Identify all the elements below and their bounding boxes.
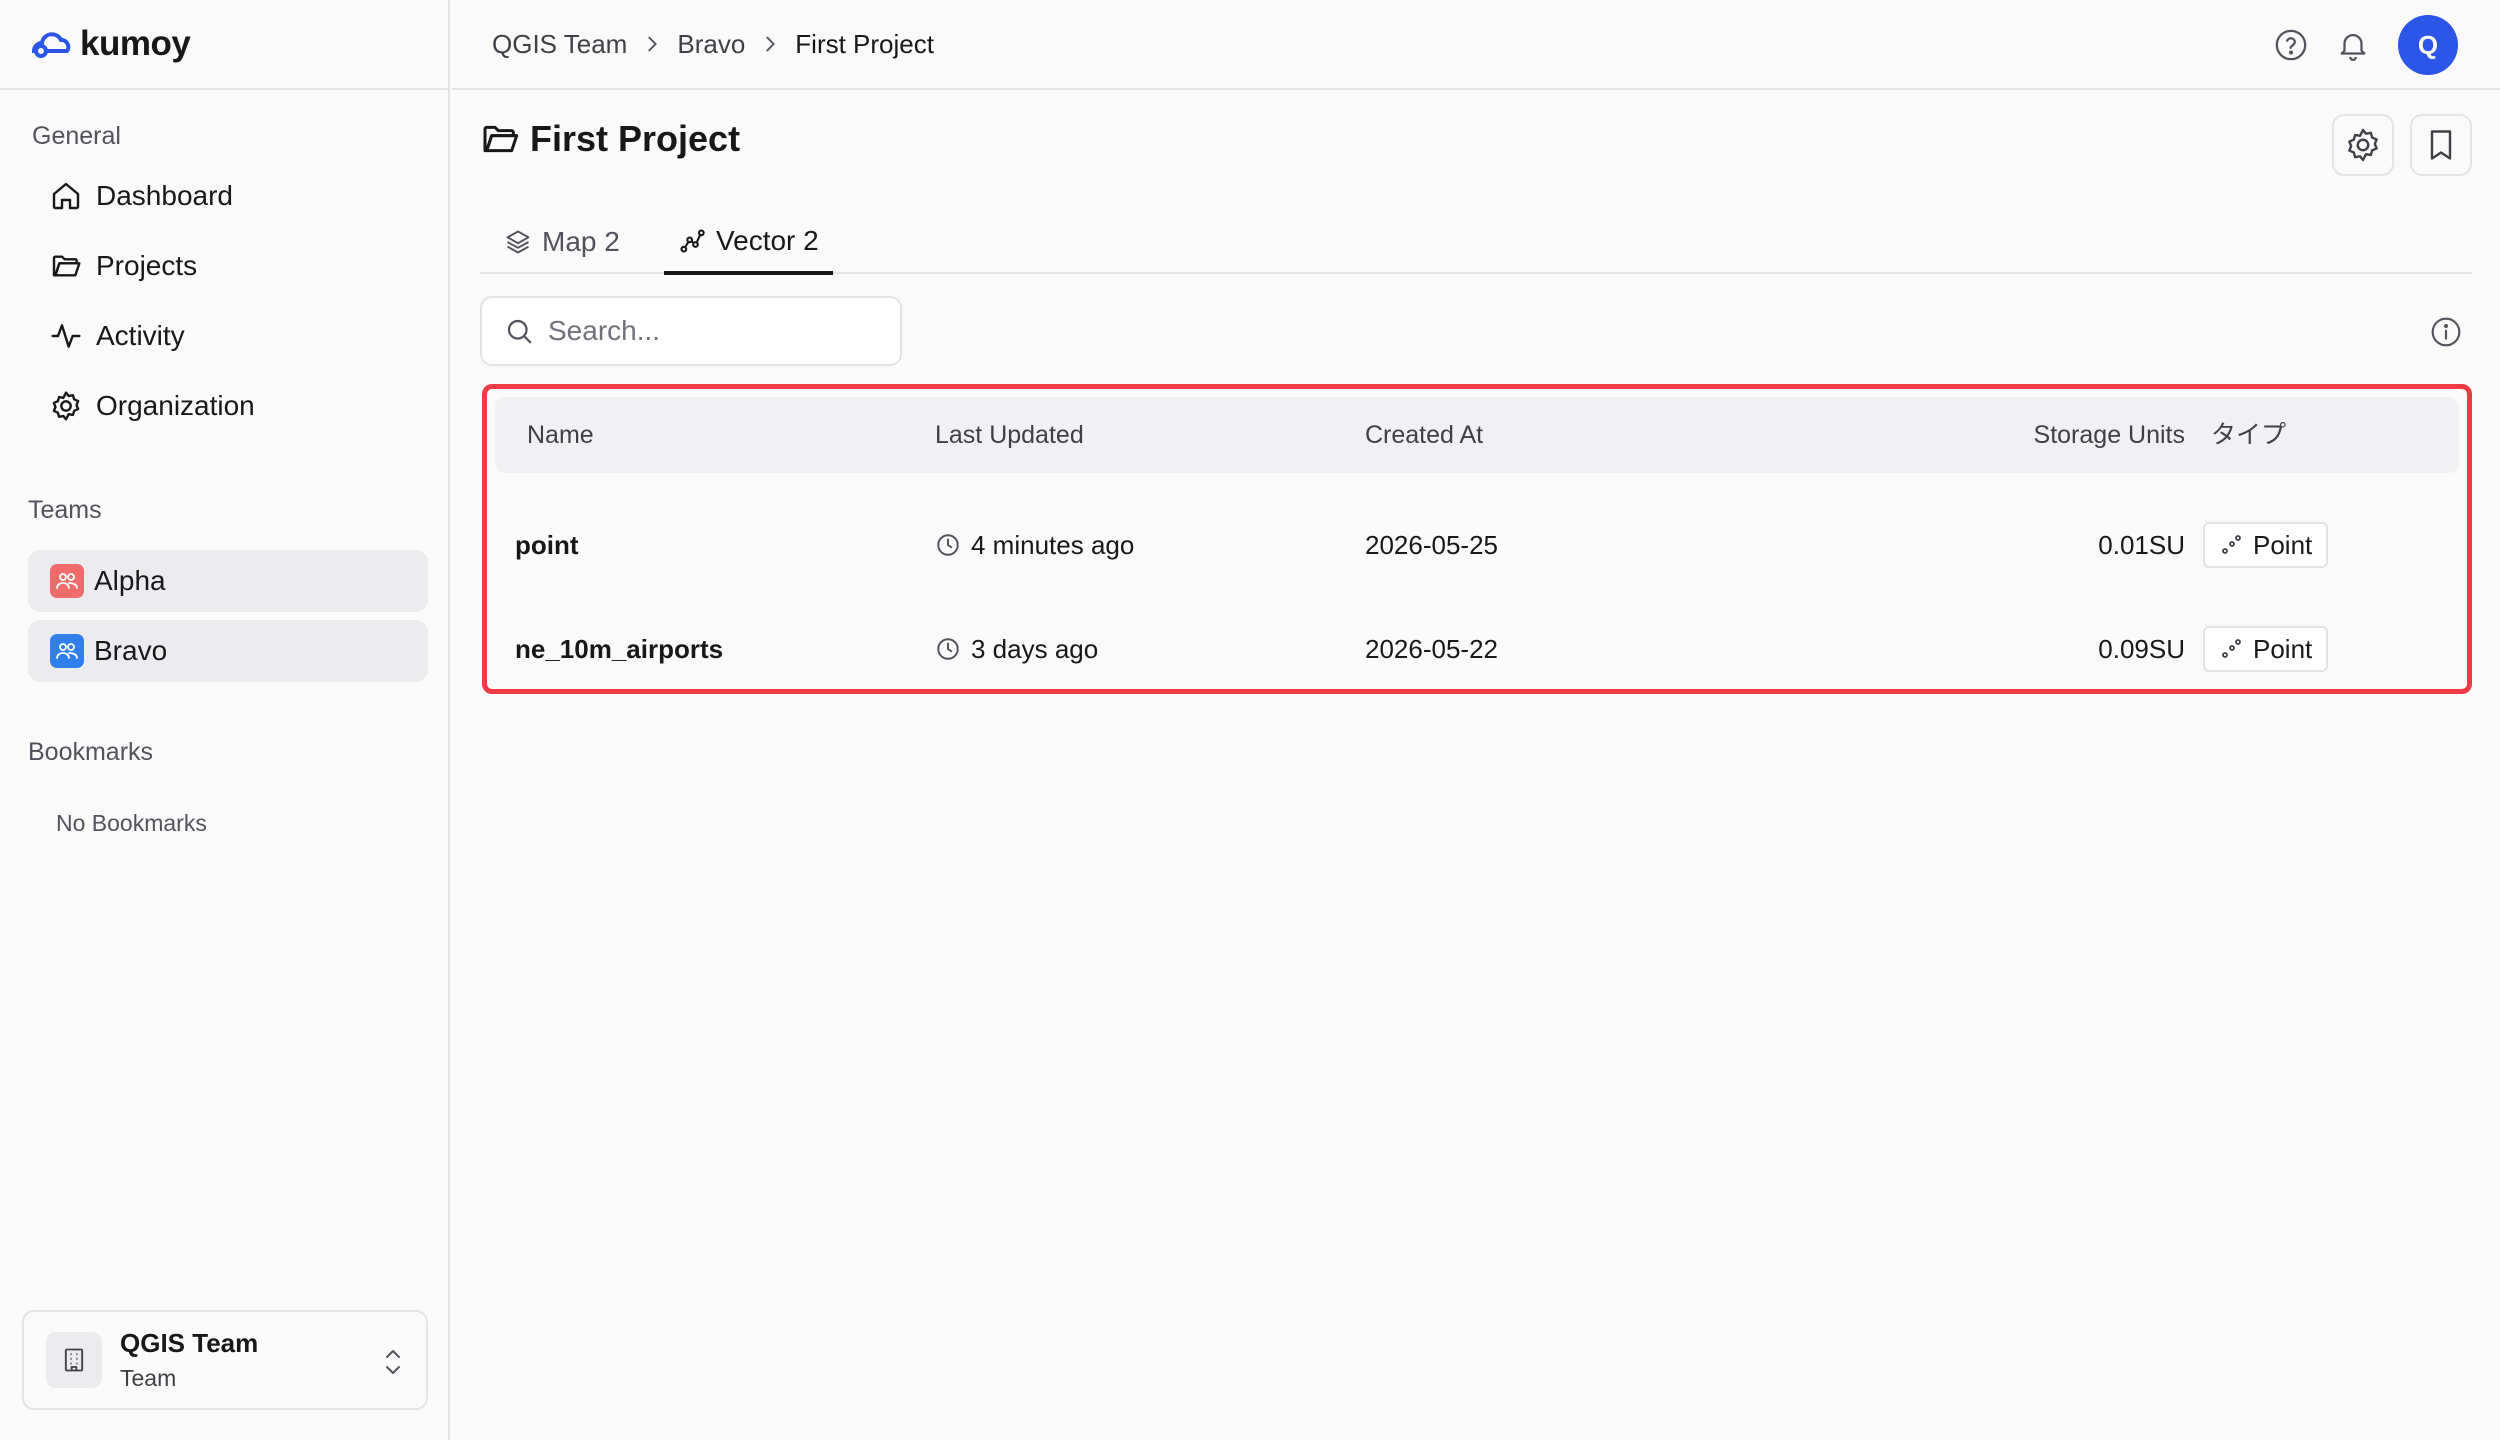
logo[interactable]: kumoy	[0, 0, 448, 90]
cell-type: Point	[2203, 597, 2329, 701]
vector-table: Name Last Updated Created At Storage Uni…	[482, 384, 2472, 694]
sidebar-item-activity[interactable]: Activity	[36, 306, 426, 366]
cell-storage-units: 0.01SU	[2098, 529, 2185, 560]
page-title: First Project	[480, 118, 740, 160]
sidebar-item-label: Dashboard	[96, 180, 233, 211]
sidebar-item-label: Organization	[96, 390, 255, 421]
cell-text: 4 minutes ago	[971, 529, 1135, 560]
top-bar: QGIS Team Bravo First Project Q	[452, 0, 2500, 90]
table-header: Name Last Updated Created At Storage Uni…	[495, 397, 2459, 473]
cell-storage-units: 0.09SU	[2098, 633, 2185, 664]
folder-open-icon	[480, 119, 520, 159]
tab-label: Vector 2	[716, 224, 819, 256]
sidebar-item-label: Projects	[96, 250, 198, 281]
sidebar-item-label: Activity	[96, 320, 185, 351]
column-header-name[interactable]: Name	[527, 397, 594, 473]
bell-icon[interactable]	[2336, 28, 2370, 62]
top-bar-actions: Q	[2274, 0, 2500, 90]
tab-map[interactable]: Map 2	[490, 210, 634, 274]
gear-icon	[50, 390, 82, 422]
team-label: Bravo	[94, 635, 168, 666]
tab-label: Map 2	[542, 226, 620, 257]
folder-icon	[50, 250, 82, 282]
info-icon[interactable]	[2430, 316, 2462, 348]
point-icon	[2222, 535, 2241, 554]
cell-type: Point	[2203, 493, 2329, 597]
type-badge: Point	[2203, 626, 2329, 672]
logo-text: kumoy	[80, 24, 191, 63]
clock-icon	[937, 638, 959, 660]
chevron-right-icon	[648, 36, 658, 52]
cell-last-updated: 4 minutes ago	[935, 493, 1134, 597]
sidebar-item-bravo[interactable]: Bravo	[28, 620, 428, 682]
cell-name[interactable]: point	[515, 493, 579, 597]
type-label: Point	[2253, 633, 2313, 664]
sidebar: kumoy General Dashboard Projects Activit…	[0, 0, 450, 1440]
type-badge: Point	[2203, 522, 2329, 568]
column-header-last-updated[interactable]: Last Updated	[935, 397, 1084, 473]
team-switcher[interactable]: QGIS Team Team	[22, 1310, 428, 1410]
vector-line-icon	[678, 227, 706, 255]
settings-button[interactable]	[2332, 114, 2394, 176]
section-label-general: General	[32, 122, 121, 150]
bookmark-button[interactable]	[2410, 114, 2472, 176]
team-switcher-name: QGIS Team	[120, 1328, 259, 1358]
cloud-logo-icon	[30, 27, 74, 61]
team-switcher-role: Team	[120, 1365, 177, 1391]
breadcrumb-item-bravo[interactable]: Bravo	[677, 29, 745, 60]
table-row[interactable]: point 4 minutes ago 2026-05-25 0.01SU Po…	[495, 493, 2459, 597]
gear-icon	[2345, 127, 2381, 163]
building-icon	[46, 1332, 102, 1388]
breadcrumb-item-team[interactable]: QGIS Team	[492, 29, 627, 60]
cell-created-at: 2026-05-25	[1365, 529, 1498, 560]
cell-text: 3 days ago	[971, 633, 1099, 664]
tab-vector[interactable]: Vector 2	[664, 210, 833, 275]
table-row[interactable]: ne_10m_airports 3 days ago 2026-05-22 0.…	[495, 597, 2459, 701]
layers-icon	[504, 228, 532, 256]
cell-created-at: 2026-05-22	[1365, 633, 1498, 664]
home-icon	[50, 180, 82, 212]
breadcrumb-item-project: First Project	[795, 28, 934, 59]
team-icon	[50, 564, 84, 598]
section-label-teams: Teams	[28, 496, 102, 524]
cell-last-updated: 3 days ago	[935, 597, 1098, 701]
cell-name[interactable]: ne_10m_airports	[515, 597, 723, 701]
activity-icon	[50, 320, 82, 352]
column-header-storage-units[interactable]: Storage Units	[1895, 397, 2185, 473]
clock-icon	[937, 534, 959, 556]
search-input[interactable]	[548, 315, 868, 347]
sidebar-item-projects[interactable]: Projects	[36, 236, 426, 296]
content-tabs: Map 2 Vector 2	[480, 210, 2472, 275]
team-icon	[50, 634, 84, 668]
sidebar-item-alpha[interactable]: Alpha	[28, 550, 428, 612]
sidebar-item-dashboard[interactable]: Dashboard	[36, 166, 426, 226]
chevron-right-icon	[766, 36, 776, 52]
project-title: First Project	[530, 118, 741, 159]
team-label: Alpha	[94, 565, 166, 596]
chevron-up-down-icon	[382, 1346, 404, 1378]
point-icon	[2222, 639, 2241, 658]
column-header-type[interactable]: タイプ	[2211, 397, 2286, 473]
section-label-bookmarks: Bookmarks	[28, 738, 154, 766]
help-icon[interactable]	[2274, 28, 2308, 62]
avatar[interactable]: Q	[2398, 15, 2458, 75]
search-icon	[504, 316, 534, 346]
search-box[interactable]	[480, 296, 902, 366]
sidebar-item-organization[interactable]: Organization	[36, 376, 426, 436]
bookmark-icon	[2423, 127, 2459, 163]
empty-bookmarks-text: No Bookmarks	[56, 810, 207, 836]
breadcrumb: QGIS Team Bravo First Project	[492, 29, 934, 60]
column-header-created-at[interactable]: Created At	[1365, 397, 1483, 473]
type-label: Point	[2253, 529, 2313, 560]
